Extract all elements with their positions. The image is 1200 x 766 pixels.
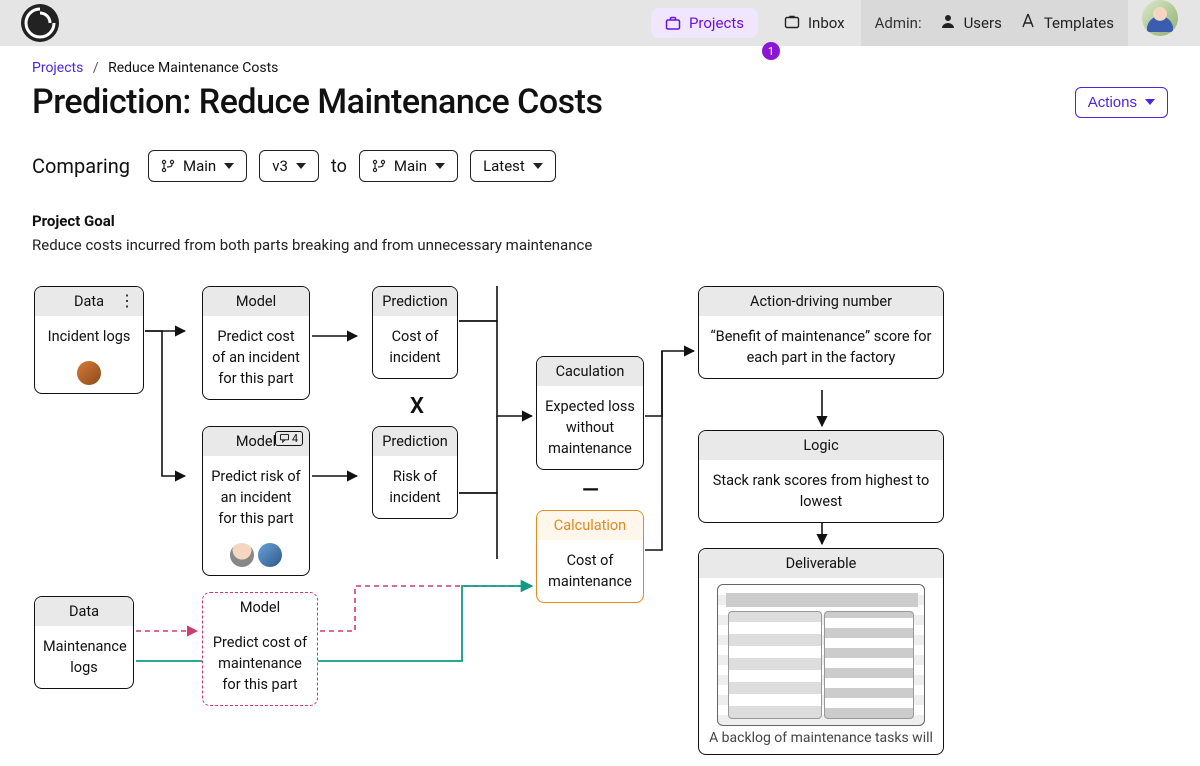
chevron-down-icon (435, 163, 445, 169)
compare-right-version-label: Latest (483, 157, 525, 175)
actions-label: Actions (1088, 94, 1137, 111)
nav-templates[interactable]: Templates (1020, 13, 1114, 33)
branch-icon (372, 159, 386, 173)
operator-times: X (410, 394, 424, 419)
user-icon (940, 13, 956, 33)
diagram-canvas: Data⋮ Incident logs Model Predict cost o… (32, 286, 1168, 766)
node-calc-expected-loss[interactable]: Caculation Expected loss without mainten… (536, 356, 644, 470)
breadcrumb-root[interactable]: Projects (32, 60, 83, 76)
comment-count[interactable]: 4 (275, 431, 303, 446)
app-logo (20, 3, 60, 43)
nav-inbox[interactable]: Inbox 1 (768, 0, 861, 46)
compare-left-branch-label: Main (183, 157, 216, 175)
nav-projects-label: Projects (689, 14, 744, 32)
compare-to: to (331, 156, 347, 177)
topbar: Projects Inbox 1 Admin: Users Templates (0, 0, 1200, 46)
compare-label: Comparing (32, 154, 130, 178)
briefcase-icon (665, 15, 681, 31)
goal-text: Reduce costs incurred from both parts br… (32, 236, 1168, 254)
chevron-down-icon (533, 163, 543, 169)
member-avatar (230, 543, 254, 567)
member-avatar (77, 361, 101, 385)
node-model-cost-maintenance[interactable]: Model Predict cost of maintenance for th… (202, 592, 318, 706)
templates-icon (1020, 13, 1036, 33)
chevron-down-icon (296, 163, 306, 169)
node-calc-cost-maintenance[interactable]: Calculation Cost of maintenance (536, 510, 644, 603)
branch-icon (161, 159, 175, 173)
compare-right-version[interactable]: Latest (470, 150, 556, 182)
node-model-risk-incident[interactable]: Model4 Predict risk of an incident for t… (202, 426, 310, 576)
node-data-maintenance-logs[interactable]: Data Maintenance logs (34, 596, 134, 689)
top-nav: Projects Inbox 1 Admin: Users Templates (641, 0, 1200, 46)
nav-templates-label: Templates (1044, 14, 1114, 32)
node-data-incident-logs[interactable]: Data⋮ Incident logs (34, 286, 144, 394)
project-goal: Project Goal Reduce costs incurred from … (32, 212, 1168, 254)
kebab-icon[interactable]: ⋮ (119, 293, 135, 309)
node-logic[interactable]: Logic Stack rank scores from highest to … (698, 430, 944, 523)
breadcrumb: Projects / Reduce Maintenance Costs (32, 60, 1168, 76)
deliverable-mock-image (717, 584, 925, 726)
breadcrumb-leaf: Reduce Maintenance Costs (108, 60, 278, 76)
compare-row: Comparing Main v3 to Main Latest (32, 150, 1168, 182)
compare-right-branch[interactable]: Main (359, 150, 458, 182)
node-prediction-cost[interactable]: Prediction Cost of incident (372, 286, 458, 379)
chevron-down-icon (1145, 99, 1155, 105)
titlebar: Prediction: Reduce Maintenance Costs Act… (32, 82, 1168, 122)
nav-inbox-label: Inbox (808, 14, 845, 32)
user-avatar[interactable] (1142, 0, 1178, 36)
admin-label: Admin: (875, 14, 922, 32)
nav-users-label: Users (964, 14, 1002, 32)
page-content: Projects / Reduce Maintenance Costs Pred… (0, 46, 1200, 766)
compare-right-branch-label: Main (394, 157, 427, 175)
goal-label: Project Goal (32, 212, 1168, 230)
member-avatar (258, 543, 282, 567)
nav-users[interactable]: Users (940, 13, 1002, 33)
compare-left-version[interactable]: v3 (259, 150, 319, 182)
chevron-down-icon (224, 163, 234, 169)
page-title: Prediction: Reduce Maintenance Costs (32, 82, 602, 122)
node-prediction-risk[interactable]: Prediction Risk of incident (372, 426, 458, 519)
node-deliverable[interactable]: Deliverable A backlog of maintenance tas… (698, 548, 944, 755)
node-model-cost-incident[interactable]: Model Predict cost of an incident for th… (202, 286, 310, 400)
breadcrumb-sep: / (93, 60, 99, 76)
node-action-driving-number[interactable]: Action-driving number “Benefit of mainte… (698, 286, 944, 379)
inbox-badge: 1 (762, 42, 780, 60)
nav-projects[interactable]: Projects (651, 8, 758, 38)
inbox-icon (784, 15, 800, 31)
operator-minus: — (582, 478, 599, 503)
compare-left-branch[interactable]: Main (148, 150, 247, 182)
deliverable-caption: A backlog of maintenance tasks will (699, 730, 943, 754)
admin-group: Admin: Users Templates (861, 0, 1128, 46)
compare-left-version-label: v3 (272, 157, 288, 175)
actions-button[interactable]: Actions (1075, 87, 1168, 118)
